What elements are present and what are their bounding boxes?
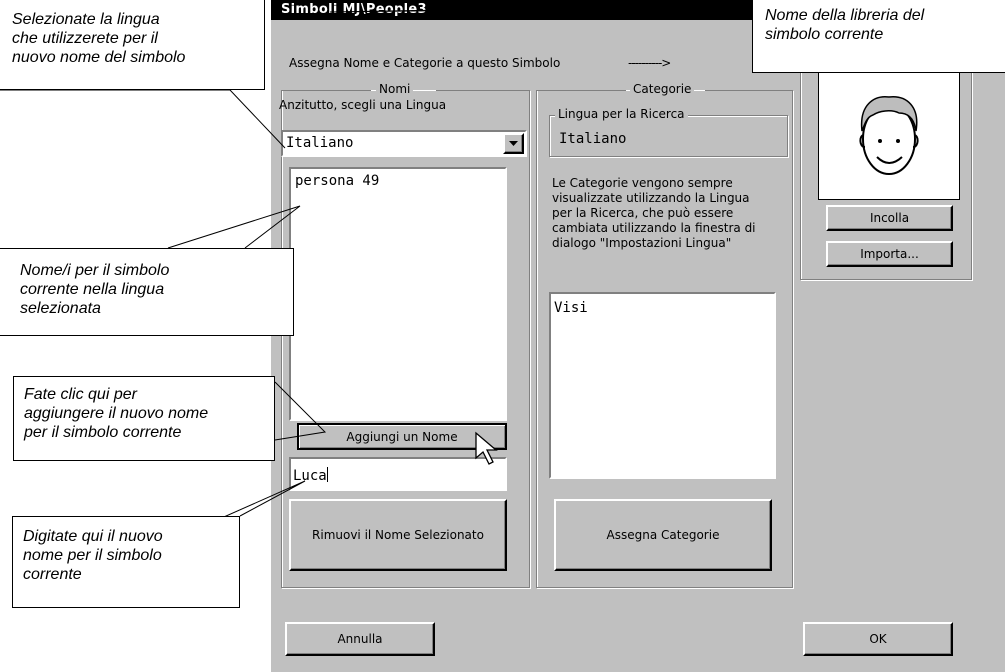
add-callout-leader — [274, 381, 327, 441]
callout-line: Selezionate la lingua — [12, 11, 160, 28]
callout-line: nuovo nome del simbolo — [12, 49, 186, 66]
callout-line: Fate clic qui per — [24, 386, 137, 403]
type-name-callout: Digitate qui il nuovo nome per il simbol… — [12, 516, 240, 608]
callout-line: Nome/i per il simbolo — [20, 262, 170, 279]
callout-line: nome per il simbolo — [23, 547, 162, 564]
callout-line: aggiungere il nuovo nome — [24, 405, 209, 422]
callout-line: corrente — [23, 566, 82, 583]
callout-line: Digitate qui il nuovo — [23, 528, 163, 545]
language-callout-leader — [0, 89, 286, 149]
callout-line: Nome della libreria del — [765, 7, 925, 24]
callout-line: per il simbolo corrente — [24, 424, 182, 441]
mouse-pointer-icon — [475, 431, 498, 465]
callout-line: simbolo corrente — [765, 26, 884, 43]
callout-line: che utilizzerete per il — [12, 30, 158, 47]
names-callout-leader — [167, 205, 301, 249]
callout-line: corrente nella lingua — [20, 281, 165, 298]
language-callout: Selezionate la lingua che utilizzerete p… — [0, 0, 265, 90]
add-name-callout: Fate clic qui per aggiungere il nuovo no… — [13, 376, 275, 461]
callout-line: selezionata — [20, 300, 101, 317]
names-callout: Nome/i per il simbolo corrente nella lin… — [0, 248, 294, 336]
library-callout: Nome della libreria del simbolo corrente — [752, 0, 1005, 73]
